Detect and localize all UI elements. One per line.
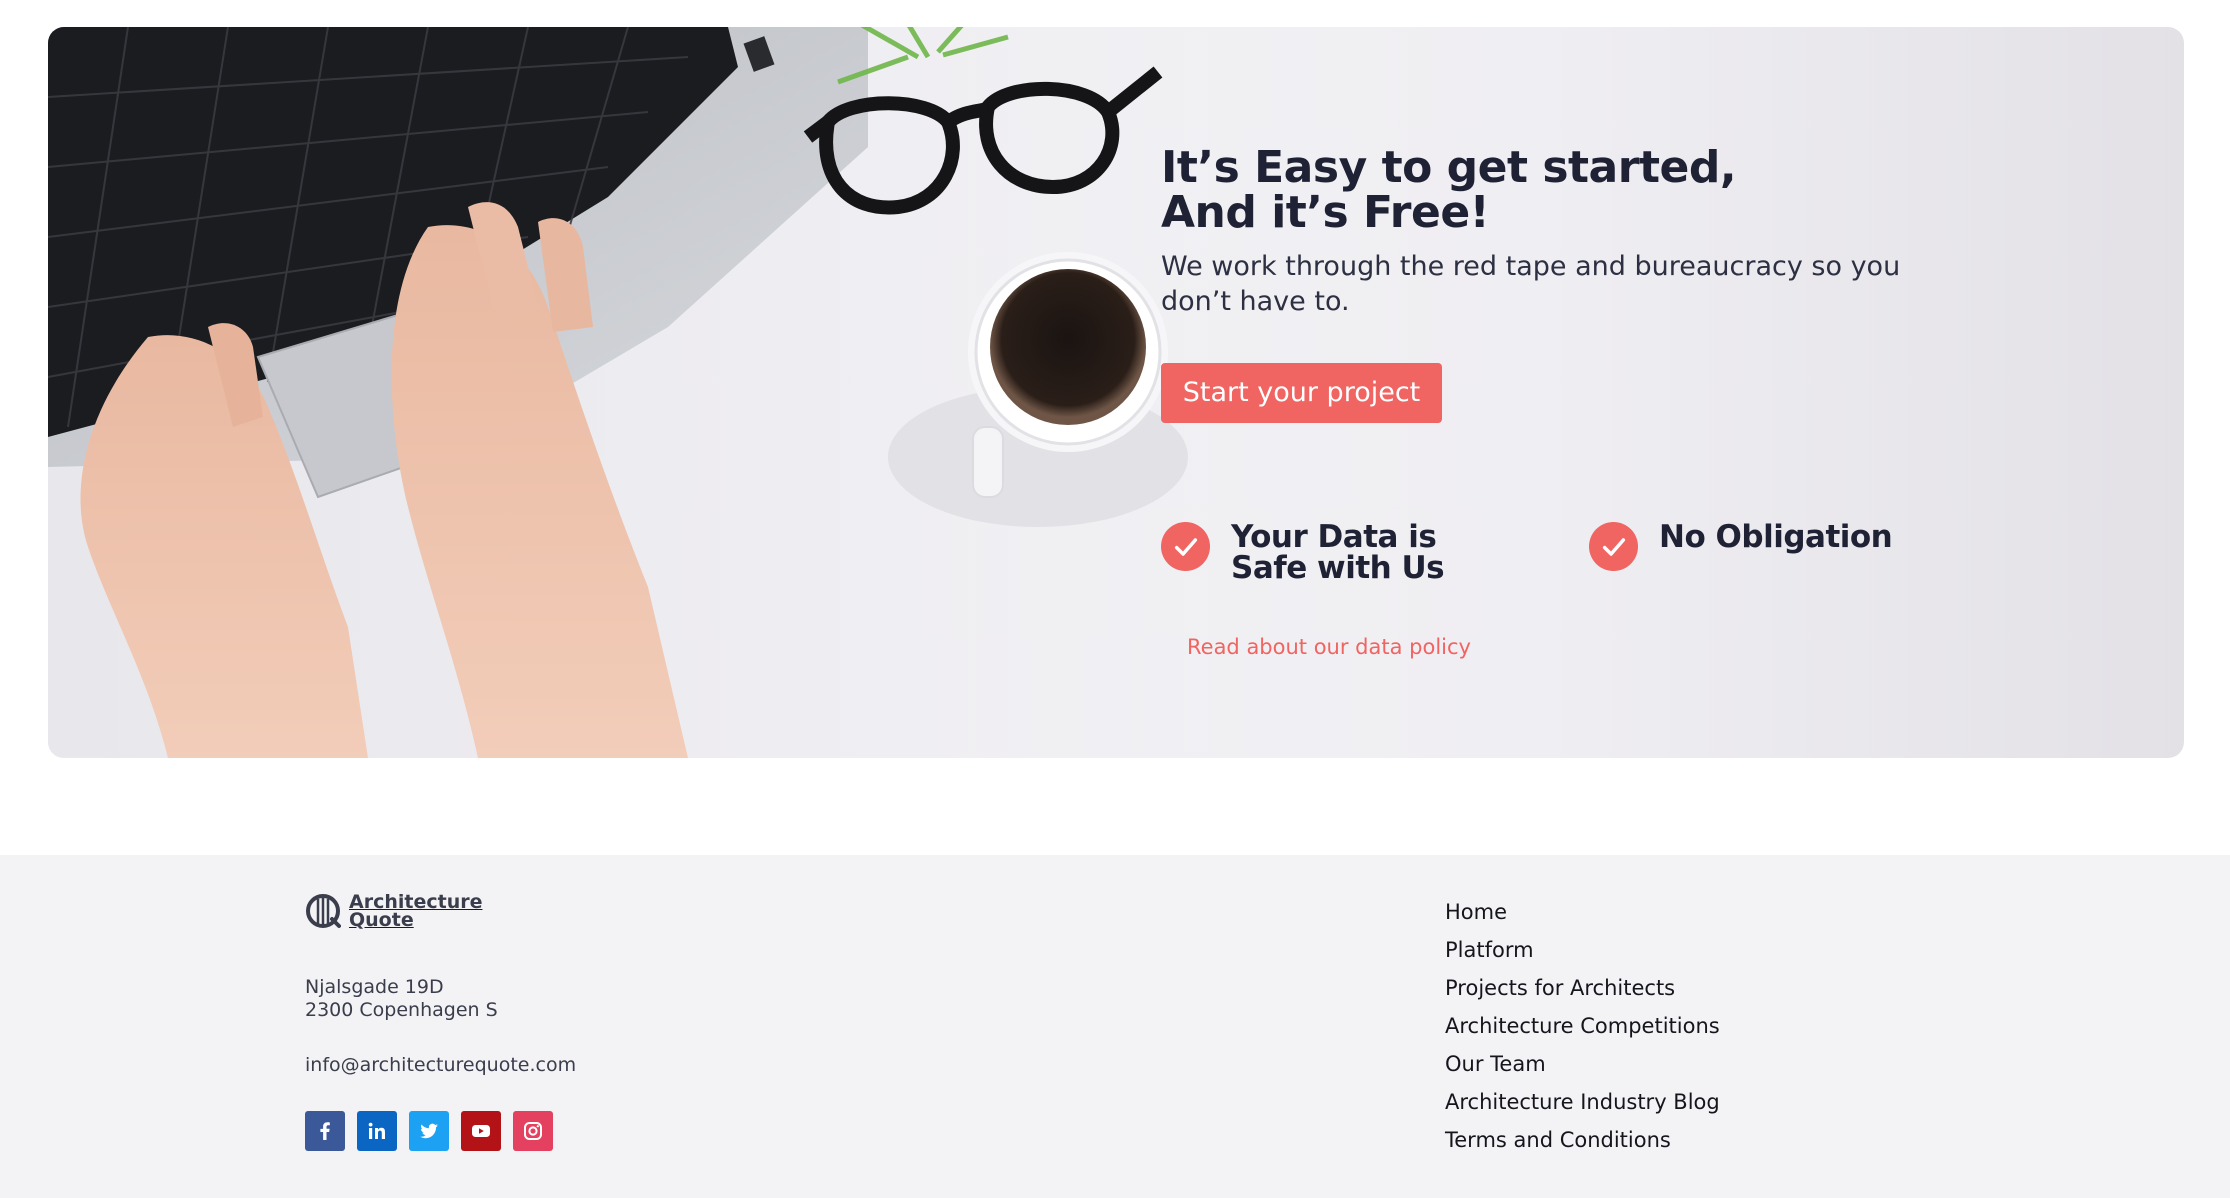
footer-nav-industry-blog[interactable]: Architecture Industry Blog [1445,1090,1720,1114]
footer-nav-item: Architecture Competitions [1445,1014,1720,1052]
instagram-icon[interactable] [513,1111,553,1151]
site-footer: Architecture Quote Njalsgade 19D 2300 Co… [0,855,2230,1198]
address-line-1: Njalsgade 19D [305,976,444,998]
feature-title: Your Data is Safe with Us [1231,522,1551,584]
footer-nav-projects-for-architects[interactable]: Projects for Architects [1445,976,1675,1000]
address-line-2: 2300 Copenhagen S [305,999,498,1021]
feature-title-line-1: No Obligation [1659,519,1893,555]
footer-nav-platform[interactable]: Platform [1445,938,1534,962]
hero-banner: It’s Easy to get started, And it’s Free!… [48,27,2184,758]
architecture-quote-logo[interactable]: Architecture Quote [305,893,482,931]
twitter-icon[interactable] [409,1111,449,1151]
footer-nav: Home Platform Projects for Architects Ar… [1445,900,1720,1166]
youtube-icon[interactable] [461,1111,501,1151]
hero-title-line-2: And it’s Free! [1161,187,1490,238]
hero-title-line-1: It’s Easy to get started, [1161,142,1737,193]
logo-line-2: Quote [349,909,414,931]
logo-wordmark: Architecture Quote [349,893,482,931]
footer-address: Njalsgade 19D 2300 Copenhagen S [305,976,498,1022]
footer-nav-item: Projects for Architects [1445,976,1720,1014]
footer-nav-item: Platform [1445,938,1720,976]
check-circle-icon [1161,522,1210,571]
footer-nav-item: Architecture Industry Blog [1445,1090,1720,1128]
hero-desk-photo [48,27,1248,758]
social-links [305,1111,553,1151]
footer-nav-terms[interactable]: Terms and Conditions [1445,1128,1671,1152]
hero-subtitle: We work through the red tape and bureauc… [1161,251,1901,317]
footer-nav-our-team[interactable]: Our Team [1445,1052,1546,1076]
start-project-button[interactable]: Start your project [1161,363,1442,423]
hero-title: It’s Easy to get started, And it’s Free! [1161,145,2061,235]
footer-nav-item: Terms and Conditions [1445,1128,1720,1166]
feature-title: No Obligation [1659,522,1979,553]
logo-mark-icon [306,894,341,928]
feature-title-line-1: Your Data is [1231,519,1437,555]
check-circle-icon [1589,522,1638,571]
footer-nav-item: Our Team [1445,1052,1720,1090]
facebook-icon[interactable] [305,1111,345,1151]
linkedin-icon[interactable] [357,1111,397,1151]
footer-nav-item: Home [1445,900,1720,938]
feature-title-line-2: Safe with Us [1231,550,1445,586]
footer-email-link[interactable]: info@architecturequote.com [305,1054,576,1076]
footer-nav-architecture-competitions[interactable]: Architecture Competitions [1445,1014,1720,1038]
hero-content: It’s Easy to get started, And it’s Free!… [1161,27,2061,758]
footer-nav-home[interactable]: Home [1445,900,1507,924]
data-policy-link[interactable]: Read about our data policy [1187,635,1471,659]
